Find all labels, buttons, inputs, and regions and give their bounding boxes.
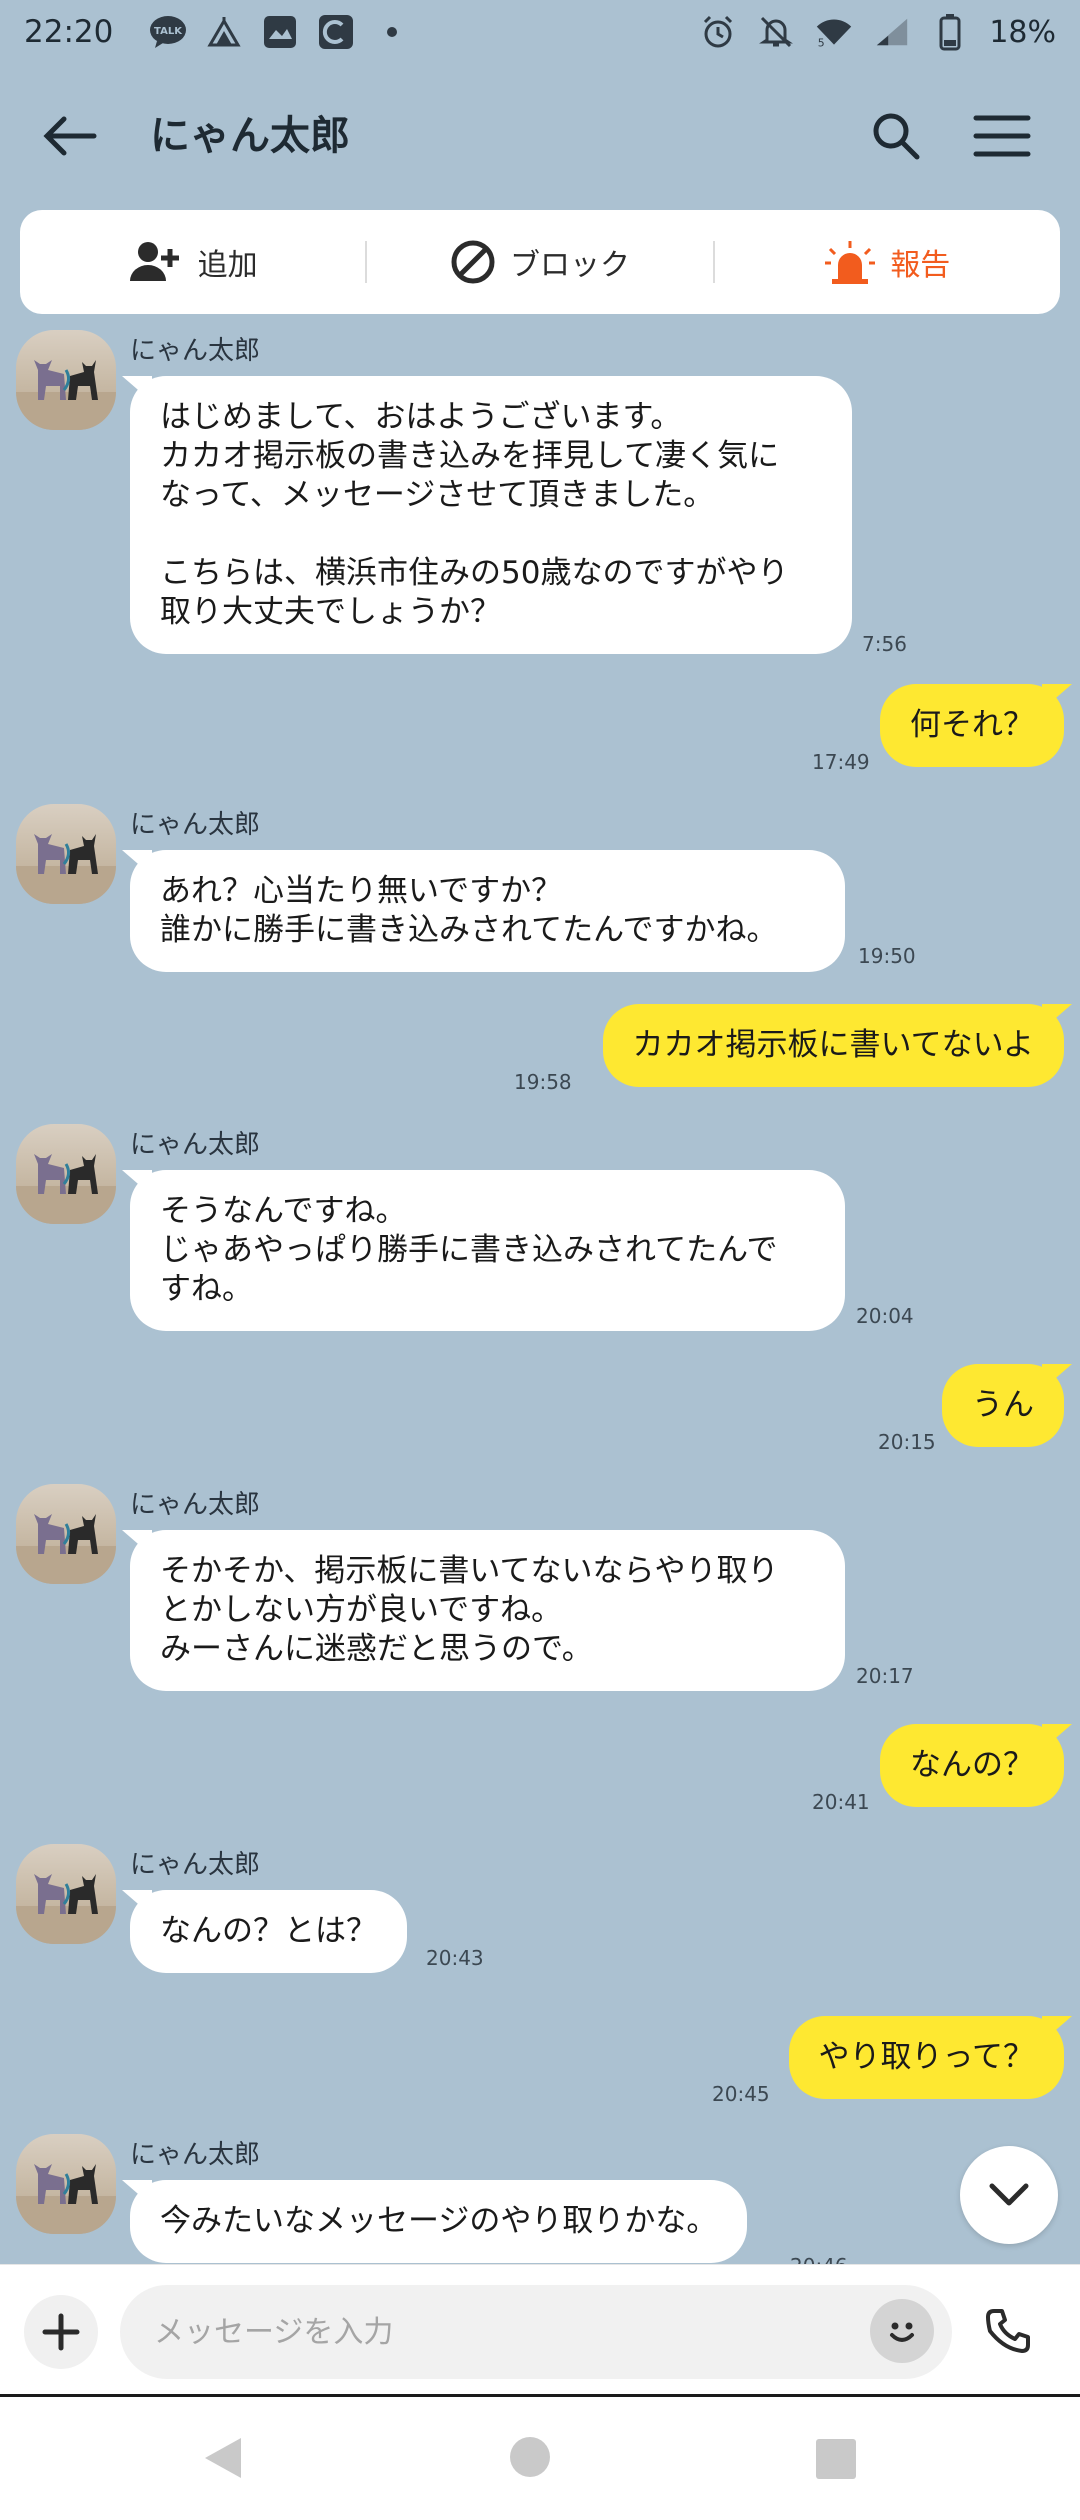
message-bubble[interactable]: そかそか、掲示板に書いてないならやり取り とかしない方が良いですね。 みーさんに… xyxy=(130,1530,845,1691)
plus-icon xyxy=(42,2313,80,2351)
nav-home-button[interactable] xyxy=(510,2437,550,2477)
talk-badge-text: TALK xyxy=(154,26,183,37)
message-time: 20:43 xyxy=(426,1946,484,1970)
system-nav-bar xyxy=(0,2394,1080,2520)
message-bubble[interactable]: あれ？心当たり無いですか？ 誰かに勝手に書き込みされてたんですかね。 xyxy=(130,850,845,972)
block-label: ブロック xyxy=(509,248,630,283)
menu-button[interactable] xyxy=(970,106,1034,166)
outgoing-message-bubble[interactable]: うん xyxy=(942,1364,1064,1447)
message-time: 20:15 xyxy=(878,1430,936,1454)
message-input-bar xyxy=(0,2264,1080,2394)
avatar[interactable] xyxy=(16,804,116,904)
sender-name: にゃん太郎 xyxy=(130,336,261,366)
report-label: 報告 xyxy=(890,248,951,283)
message-time: 20:45 xyxy=(712,2082,770,2106)
person-add-icon xyxy=(129,242,179,281)
message-input[interactable] xyxy=(120,2285,952,2379)
emoji-button[interactable] xyxy=(870,2299,934,2363)
emoji-icon xyxy=(890,2322,914,2342)
add-friend-label: 追加 xyxy=(197,248,258,283)
status-bar: 22:20 TALK 5 18% xyxy=(0,0,1080,64)
friend-action-card: 追加 ブロック 報告 xyxy=(20,210,1060,314)
scroll-to-bottom-button[interactable] xyxy=(960,2146,1058,2244)
message-time: 20:46 xyxy=(790,2254,848,2264)
message-time: 19:58 xyxy=(514,1070,572,1094)
attach-button[interactable] xyxy=(24,2295,98,2369)
sender-name: にゃん太郎 xyxy=(130,2140,261,2170)
tent-icon xyxy=(205,13,243,51)
message-bubble[interactable]: そうなんですね。 じゃあやっぱり勝手に書き込みされてたんで すね。 xyxy=(130,1170,845,1331)
message-bubble[interactable]: はじめまして、おはようございます。 カカオ掲示板の書き込みを拝見して凄く気に な… xyxy=(130,376,852,654)
block-button[interactable]: ブロック xyxy=(367,210,712,314)
chevron-down-icon xyxy=(989,2183,1029,2206)
chat-header: にゃん太郎 xyxy=(0,86,1080,186)
avatar[interactable] xyxy=(16,1484,116,1584)
add-friend-button[interactable]: 追加 xyxy=(20,210,365,314)
phone-icon xyxy=(986,2309,1030,2353)
message-time: 17:49 xyxy=(812,750,870,774)
cat-avatar-icon xyxy=(16,1874,116,1944)
message-bubble[interactable]: なんの？とは？ xyxy=(130,1890,407,1973)
sender-name: にゃん太郎 xyxy=(130,1130,261,1160)
outgoing-message-bubble[interactable]: 何それ？ xyxy=(880,684,1064,767)
siren-icon xyxy=(825,241,876,284)
sender-name: にゃん太郎 xyxy=(130,810,261,840)
battery-percent: 18% xyxy=(989,14,1056,50)
nav-back-icon xyxy=(205,2438,241,2478)
alarm-icon xyxy=(699,13,737,51)
nav-recents-button[interactable] xyxy=(816,2439,856,2479)
status-time: 22:20 xyxy=(24,14,114,50)
nav-back-button[interactable] xyxy=(198,2433,248,2483)
back-button[interactable] xyxy=(40,106,100,166)
avatar[interactable] xyxy=(16,2134,116,2234)
message-time: 20:41 xyxy=(812,1790,870,1814)
message-time: 20:17 xyxy=(856,1664,914,1688)
battery-icon xyxy=(931,13,969,51)
cell-signal-icon xyxy=(873,13,911,51)
hamburger-menu-icon xyxy=(973,115,1031,157)
message-list[interactable]: にゃん太郎 はじめまして、おはようございます。 カカオ掲示板の書き込みを拝見して… xyxy=(0,314,1080,2264)
cat-avatar-icon xyxy=(16,1514,116,1584)
cat-avatar-icon xyxy=(16,834,116,904)
search-button[interactable] xyxy=(866,106,926,166)
message-bubble[interactable]: 今みたいなメッセージのやり取りかな。 xyxy=(130,2180,748,2263)
message-time: 7:56 xyxy=(862,632,907,656)
outgoing-message-bubble[interactable]: カカオ掲示板に書いてないよ xyxy=(602,1004,1064,1087)
outgoing-message-bubble[interactable]: やり取りって？ xyxy=(788,2016,1064,2099)
search-icon xyxy=(873,113,920,160)
cat-avatar-icon xyxy=(16,1154,116,1224)
arrow-left-icon xyxy=(43,116,97,156)
avatar[interactable] xyxy=(16,1124,116,1224)
sender-name: にゃん太郎 xyxy=(130,1850,261,1880)
avatar[interactable] xyxy=(16,1844,116,1944)
c-app-icon xyxy=(317,13,355,51)
message-time: 19:50 xyxy=(858,944,916,968)
cat-avatar-icon xyxy=(16,360,116,430)
outgoing-message-bubble[interactable]: なんの？ xyxy=(880,1724,1064,1807)
call-button[interactable] xyxy=(976,2299,1040,2363)
notification-dot-icon xyxy=(373,13,411,51)
report-button[interactable]: 報告 xyxy=(715,210,1060,314)
signal-label: 5 xyxy=(818,36,825,49)
wifi-icon: 5 xyxy=(815,13,853,51)
chat-title: にゃん太郎 xyxy=(150,113,350,159)
notifications-off-icon xyxy=(757,13,795,51)
talk-app-icon: TALK xyxy=(149,13,187,51)
block-icon xyxy=(451,240,495,284)
avatar[interactable] xyxy=(16,330,116,430)
message-time: 20:04 xyxy=(856,1304,914,1328)
cat-avatar-icon xyxy=(16,2164,116,2234)
image-app-icon xyxy=(261,13,299,51)
sender-name: にゃん太郎 xyxy=(130,1490,261,1520)
